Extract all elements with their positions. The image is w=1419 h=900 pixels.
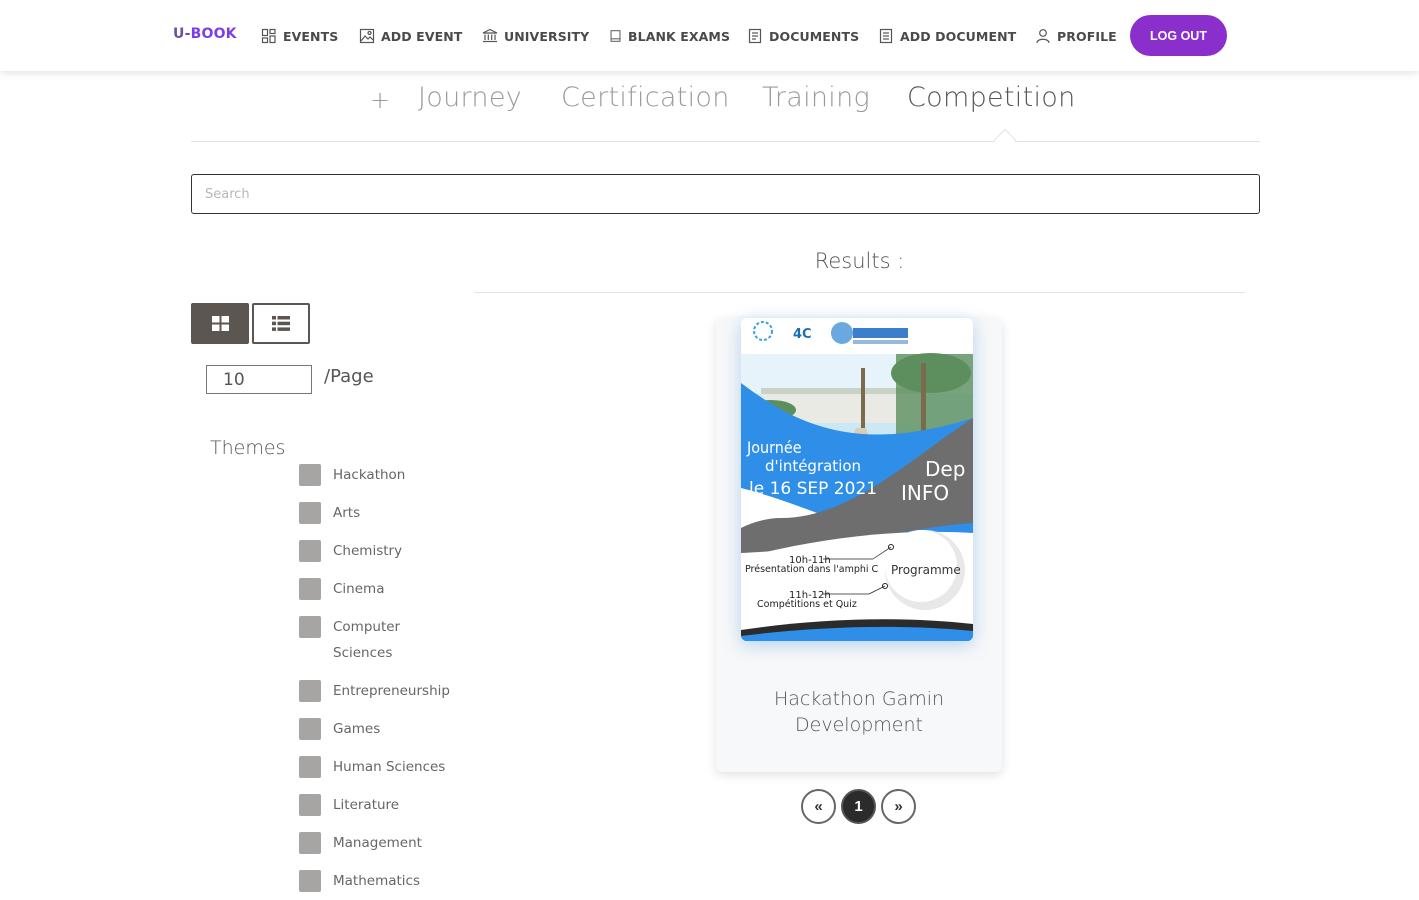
- results-title: Results :: [814, 249, 905, 273]
- theme-checkbox[interactable]: [299, 718, 321, 740]
- grid-view-button[interactable]: [191, 303, 249, 344]
- user-icon: [1036, 29, 1050, 44]
- category-tabs: + Journey Certification Training Competi…: [191, 82, 1260, 152]
- poster-line3: le 16 SEP 2021: [749, 479, 877, 499]
- theme-filter-arts[interactable]: Arts: [299, 502, 479, 526]
- tab-training[interactable]: Training: [762, 82, 870, 113]
- theme-checkbox[interactable]: [299, 502, 321, 524]
- results-divider: [474, 292, 1245, 293]
- event-card[interactable]: 4C Journée d'intégration le 16 SEP 2021 …: [716, 318, 1002, 772]
- theme-filter-chemistry[interactable]: Chemistry: [299, 540, 479, 564]
- theme-filter-computer-sciences[interactable]: Computer Sciences: [299, 616, 479, 666]
- theme-label: Arts: [333, 505, 361, 521]
- theme-filter-cinema[interactable]: Cinema: [299, 578, 479, 602]
- theme-checkbox[interactable]: [299, 832, 321, 854]
- theme-checkbox[interactable]: [299, 540, 321, 562]
- theme-checkbox[interactable]: [299, 680, 321, 702]
- logout-button[interactable]: LOG OUT: [1130, 15, 1227, 56]
- theme-label: Games: [333, 721, 381, 737]
- poster-graphic: 4C Journée d'intégration le 16 SEP 2021 …: [741, 318, 973, 641]
- nav-blank-exams-label: BLANK EXAMS: [628, 28, 731, 44]
- theme-label: Mathematics: [333, 873, 420, 889]
- grid-view-icon: [211, 316, 229, 331]
- nav-profile-label: PROFILE: [1057, 28, 1117, 44]
- image-icon: [359, 28, 375, 44]
- search-input[interactable]: [191, 174, 1260, 214]
- university-icon: [482, 28, 498, 43]
- poster-line1: Journée: [746, 438, 802, 457]
- poster-desc1: Présentation dans l'amphi C: [745, 564, 879, 575]
- pagination-page-1[interactable]: 1: [841, 789, 876, 824]
- tab-certification[interactable]: Certification: [561, 82, 730, 113]
- brand-name: BOOK: [190, 26, 237, 42]
- brand-logo[interactable]: U-BOOK: [173, 26, 237, 42]
- poster-desc2: Compétitions et Quiz: [757, 599, 857, 610]
- nav-add-event[interactable]: ADD EVENT: [359, 27, 462, 45]
- nav-add-document[interactable]: ADD DOCUMENT: [878, 27, 1016, 45]
- nav-documents[interactable]: DOCUMENTS: [747, 27, 859, 45]
- top-navbar: U-BOOK EVENTS ADD EVENT UNIVERSITY BLANK…: [0, 0, 1419, 71]
- poster-info: INFO: [901, 481, 949, 505]
- theme-filter-hackathon[interactable]: Hackathon: [299, 464, 479, 488]
- theme-checkbox[interactable]: [299, 464, 321, 486]
- event-card-title[interactable]: Hackathon Gamin Development: [716, 686, 1002, 738]
- nav-university-label: UNIVERSITY: [504, 28, 590, 44]
- poster-programme: Programme: [891, 563, 961, 577]
- theme-checkbox[interactable]: [299, 756, 321, 778]
- events-grid-icon: [261, 28, 276, 44]
- theme-filter-human-sciences[interactable]: Human Sciences: [299, 756, 479, 780]
- tab-add[interactable]: +: [370, 86, 390, 114]
- tab-competition[interactable]: Competition: [907, 82, 1076, 113]
- theme-filter-mathematics[interactable]: Mathematics: [299, 870, 479, 894]
- nav-add-event-label: ADD EVENT: [381, 28, 463, 44]
- theme-checkbox[interactable]: [299, 794, 321, 816]
- theme-label: Computer Sciences: [333, 619, 401, 661]
- book-icon: [610, 30, 621, 42]
- nav-events[interactable]: EVENTS: [261, 27, 338, 45]
- theme-filter-games[interactable]: Games: [299, 718, 479, 742]
- per-page-label: /Page: [324, 366, 374, 387]
- theme-label: Hackathon: [333, 467, 406, 483]
- theme-label: Management: [333, 835, 422, 851]
- document-icon: [748, 28, 762, 44]
- nav-documents-label: DOCUMENTS: [769, 28, 860, 44]
- theme-checkbox[interactable]: [299, 870, 321, 892]
- poster-dep: Dep: [925, 457, 965, 481]
- list-view-button[interactable]: [252, 303, 310, 344]
- theme-label: Human Sciences: [333, 759, 446, 775]
- theme-checkbox[interactable]: [299, 578, 321, 600]
- theme-label: Literature: [333, 797, 400, 813]
- pagination-next-button[interactable]: »: [881, 789, 916, 824]
- nav-blank-exams[interactable]: BLANK EXAMS: [609, 27, 730, 45]
- theme-filter-literature[interactable]: Literature: [299, 794, 479, 818]
- theme-label: Entrepreneurship: [333, 683, 450, 699]
- theme-filter-management[interactable]: Management: [299, 832, 479, 856]
- themes-title: Themes: [210, 437, 286, 459]
- active-tab-indicator: [993, 128, 1017, 152]
- theme-label: Chemistry: [333, 543, 403, 559]
- event-poster-image[interactable]: 4C Journée d'intégration le 16 SEP 2021 …: [741, 318, 973, 641]
- poster-line2: d'intégration: [765, 457, 861, 475]
- list-view-icon: [272, 316, 290, 331]
- theme-label: Cinema: [333, 581, 385, 597]
- document-add-icon: [879, 28, 893, 44]
- per-page-input[interactable]: [206, 365, 312, 394]
- poster-logo-text: 4C: [793, 327, 812, 342]
- theme-checkbox[interactable]: [299, 616, 321, 638]
- nav-profile[interactable]: PROFILE: [1035, 27, 1117, 45]
- pagination-prev-button[interactable]: «: [801, 789, 836, 824]
- theme-filter-entrepreneurship[interactable]: Entrepreneurship: [299, 680, 479, 704]
- nav-add-document-label: ADD DOCUMENT: [900, 28, 1017, 44]
- brand-prefix: U-: [173, 26, 191, 42]
- tab-journey[interactable]: Journey: [418, 82, 522, 113]
- nav-university[interactable]: UNIVERSITY: [482, 27, 589, 45]
- nav-events-label: EVENTS: [283, 28, 339, 44]
